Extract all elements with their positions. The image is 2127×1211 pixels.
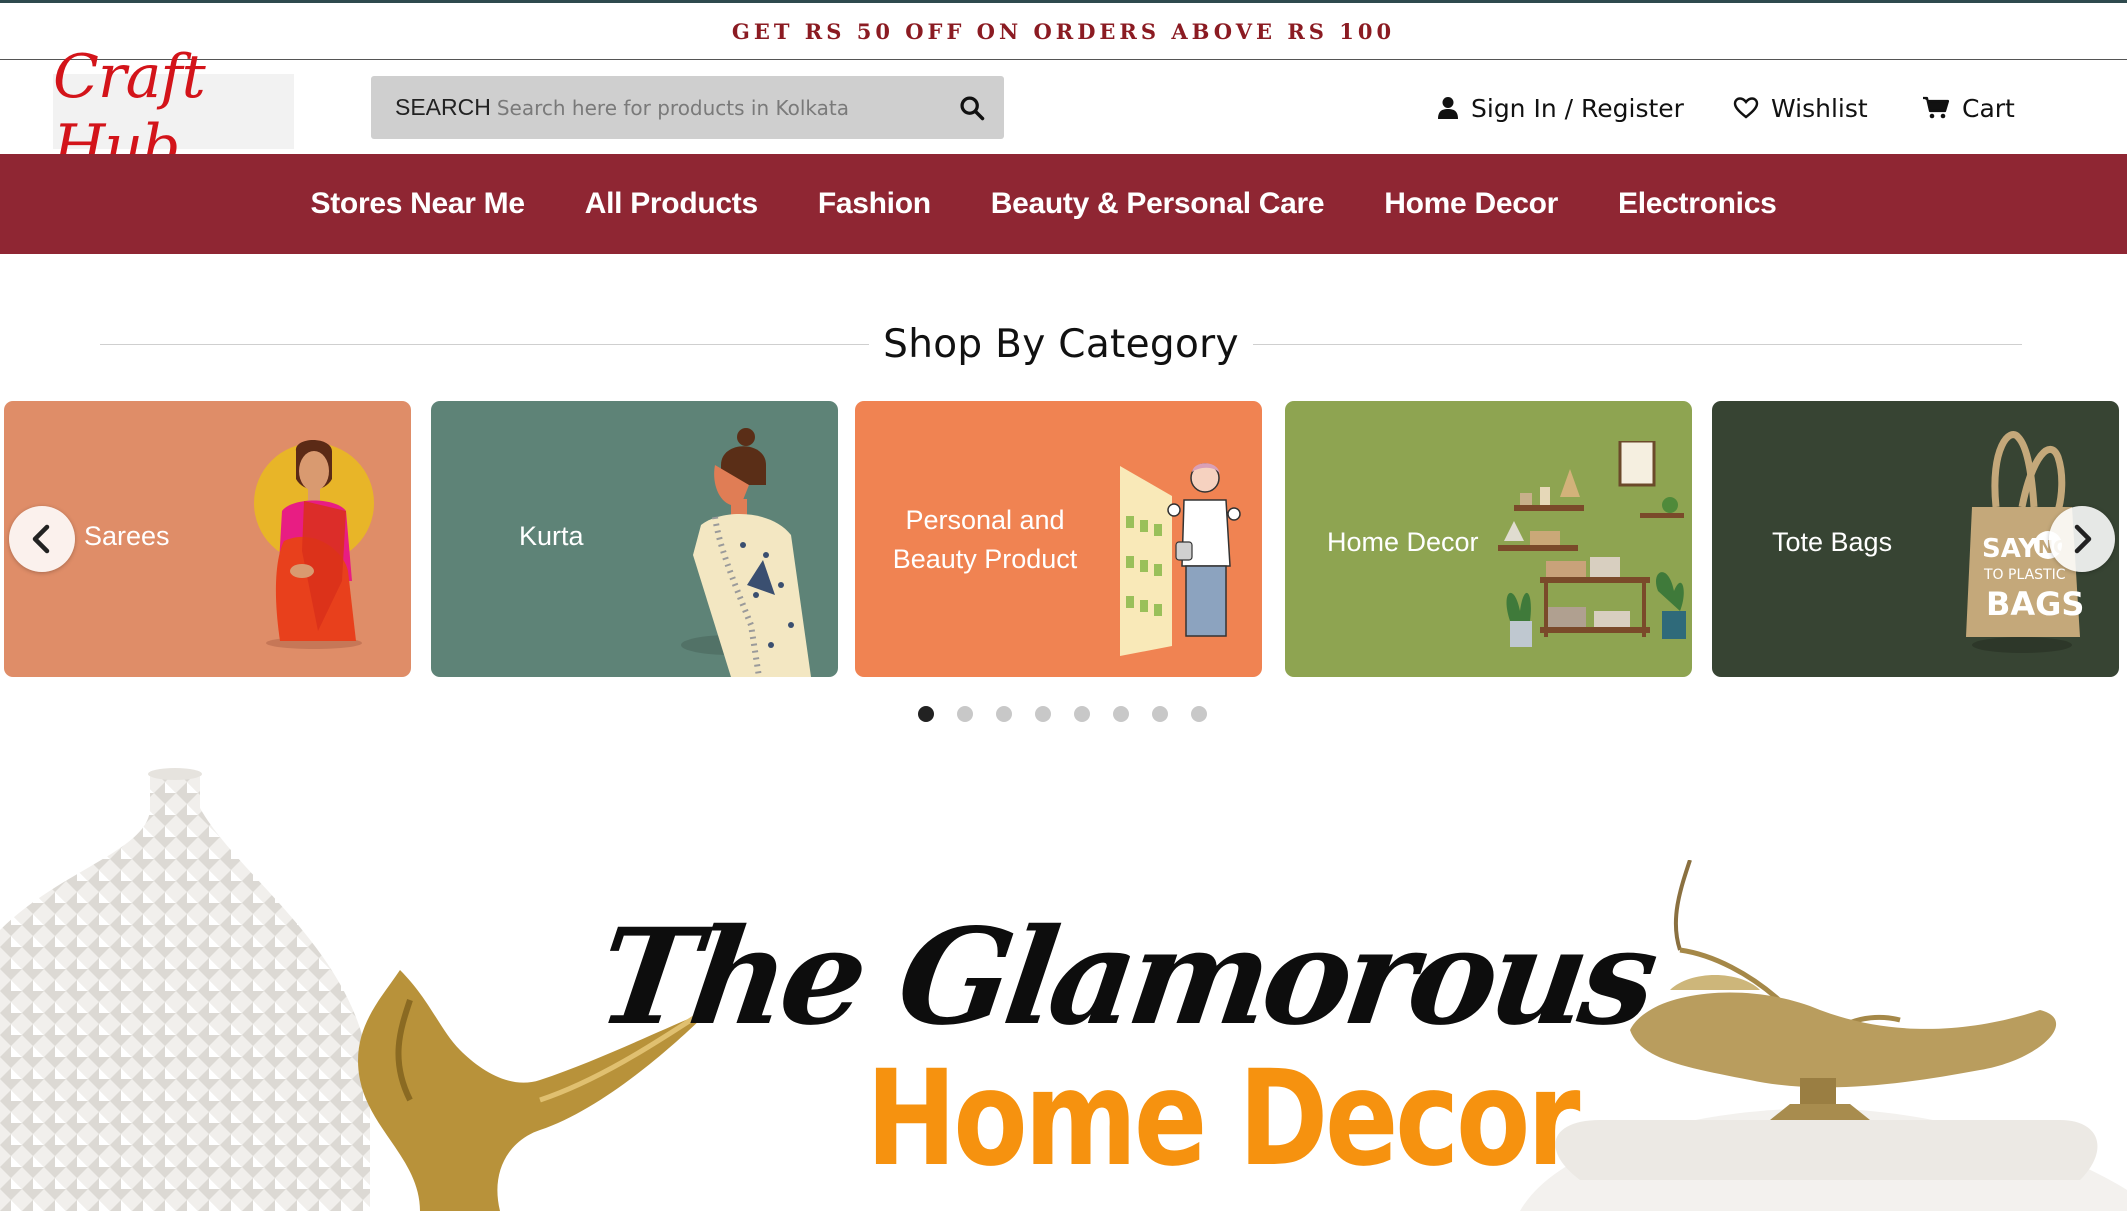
promo-bar: GET RS 50 OFF ON ORDERS ABOVE RS 100 [0, 0, 2127, 60]
nav-item-all-products[interactable]: All Products [585, 187, 758, 221]
chevron-left-icon [32, 524, 50, 554]
vase-image [0, 768, 370, 1211]
category-label: Home Decor [1327, 527, 1479, 557]
search-bar: SEARCH [371, 76, 1004, 139]
main-nav: Stores Near Me All Products Fashion Beau… [0, 154, 2127, 254]
carousel-dot[interactable] [1191, 706, 1207, 722]
sign-in-link[interactable]: Sign In / Register [1437, 90, 1684, 126]
carousel-dot[interactable] [1035, 706, 1051, 722]
category-label: Tote Bags [1772, 527, 1893, 557]
carousel-prev-button[interactable] [9, 506, 75, 572]
category-card-home-decor[interactable]: Home Decor [1285, 401, 1692, 677]
carousel-dot[interactable] [996, 706, 1012, 722]
section-title: Shop By Category [883, 321, 1239, 367]
wishlist-label: Wishlist [1771, 93, 1868, 123]
category-card-kurta[interactable]: Kurta [431, 401, 838, 677]
section-header: Shop By Category [100, 318, 2023, 370]
kurta-illustration [681, 428, 811, 677]
category-label: Personal and Beauty Product [892, 505, 1078, 575]
svg-text:BAGS: BAGS [1986, 585, 2084, 623]
banner-subtitle: Home Decor [866, 1042, 1580, 1196]
search-input[interactable] [496, 95, 967, 120]
carousel-dot[interactable] [918, 706, 934, 722]
heart-icon [1733, 97, 1759, 119]
header: Craft Hub SEARCH Sign In / Register Wish… [0, 42, 2127, 182]
search-icon[interactable] [958, 94, 986, 122]
beauty-illustration [1120, 463, 1241, 656]
cart-link[interactable]: Cart [1922, 90, 2015, 126]
svg-text:TO PLASTIC: TO PLASTIC [1983, 567, 2066, 583]
divider [100, 343, 870, 345]
carousel-dot[interactable] [1113, 706, 1129, 722]
wishlist-link[interactable]: Wishlist [1733, 90, 1868, 126]
hero-banner[interactable]: The Glamorous Home Decor [0, 760, 2127, 1211]
carousel-dot[interactable] [1074, 706, 1090, 722]
nav-item-home-decor[interactable]: Home Decor [1384, 187, 1558, 221]
user-icon [1438, 97, 1458, 119]
search-label: SEARCH [395, 94, 491, 120]
logo[interactable]: Craft Hub [53, 42, 294, 182]
home-decor-illustration [1498, 441, 1686, 647]
brass-lamp-image [1520, 860, 2127, 1211]
carousel-next-button[interactable] [2049, 506, 2115, 572]
nav-item-beauty-personal-care[interactable]: Beauty & Personal Care [991, 187, 1325, 221]
nav-item-stores-near-me[interactable]: Stores Near Me [311, 187, 526, 221]
svg-text:SAY: SAY [1982, 534, 2038, 564]
carousel-pagination [918, 706, 1207, 722]
divider [1252, 343, 2023, 345]
cart-label: Cart [1962, 93, 2015, 123]
category-label: Sarees [84, 521, 170, 551]
carousel-dot[interactable] [1152, 706, 1168, 722]
cart-icon [1923, 96, 1950, 119]
nav-item-fashion[interactable]: Fashion [818, 187, 931, 221]
sign-in-label: Sign In / Register [1471, 93, 1684, 123]
carousel-dot[interactable] [957, 706, 973, 722]
chevron-right-icon [2074, 524, 2092, 554]
banner-title: The Glamorous [589, 900, 1662, 1055]
nav-item-electronics[interactable]: Electronics [1618, 187, 1777, 221]
category-card-personal-beauty[interactable]: Personal and Beauty Product [855, 401, 1262, 677]
promo-text: GET RS 50 OFF ON ORDERS ABOVE RS 100 [731, 18, 1396, 44]
saree-illustration [254, 439, 374, 649]
category-label: Kurta [519, 521, 584, 551]
